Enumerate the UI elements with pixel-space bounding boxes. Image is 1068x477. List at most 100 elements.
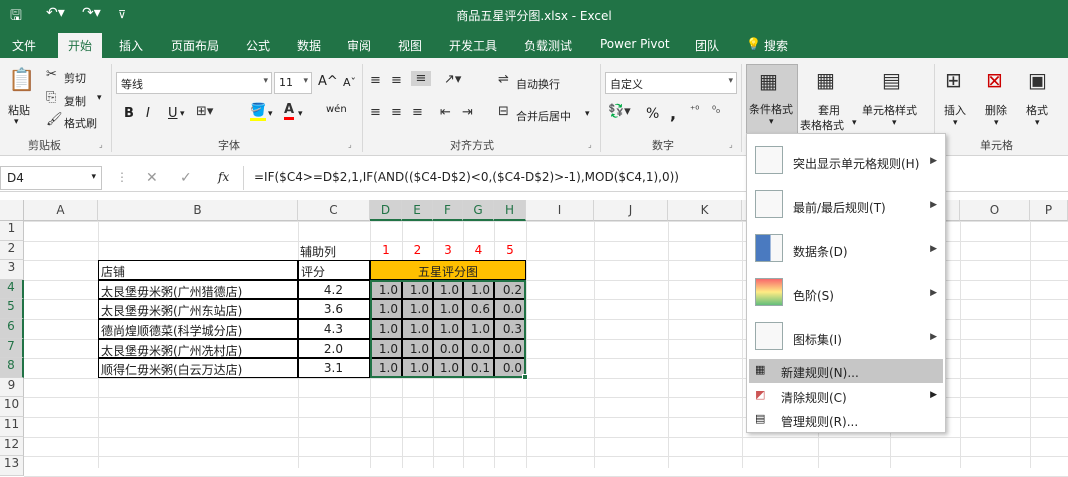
score-cell[interactable]: 4.2	[298, 279, 370, 300]
score-cell[interactable]: 3.6	[298, 299, 370, 319]
star-value-cell[interactable]: 1.0	[370, 279, 402, 300]
column-header-d[interactable]: D	[370, 200, 402, 221]
number-format-select[interactable]: 自定义 ▾	[605, 72, 737, 94]
align-left-icon[interactable]: ≡	[370, 105, 381, 120]
cancel-icon[interactable]: ✕	[146, 170, 158, 186]
font-color-dropdown-icon[interactable]: ▾	[298, 109, 303, 119]
orientation-icon[interactable]: ↗▾	[444, 72, 461, 87]
star-number-3[interactable]: 3	[433, 241, 463, 261]
star-value-cell[interactable]: 0.1	[463, 358, 494, 378]
row-header-10[interactable]: 10	[0, 397, 24, 417]
tab-formulas[interactable]: 公式	[246, 37, 270, 54]
align-middle-icon[interactable]: ≡	[391, 73, 402, 88]
paste-icon[interactable]: 📋	[8, 68, 35, 96]
comma-button[interactable]: ,	[670, 104, 676, 123]
column-header-g[interactable]: G	[463, 200, 494, 221]
number-launcher-icon[interactable]: ⌟	[729, 140, 733, 149]
merge-center-button[interactable]: 合并后居中	[516, 108, 571, 124]
helper-column-label[interactable]: 辅助列	[298, 241, 370, 261]
star-value-cell[interactable]: 1.0	[370, 319, 402, 339]
store-name-cell[interactable]: 德尚煌顺德菜(科学城分店)	[98, 319, 298, 339]
row-header-13[interactable]: 13	[0, 456, 24, 476]
row-header-4[interactable]: 4	[0, 279, 24, 300]
star-value-cell[interactable]: 1.0	[463, 319, 494, 339]
tab-power-pivot[interactable]: Power Pivot	[600, 37, 670, 51]
tab-developer[interactable]: 开发工具	[449, 37, 497, 54]
star-value-cell[interactable]: 1.0	[402, 358, 433, 378]
menu-item-manage-rules[interactable]: ▤ 管理规则(R)...	[749, 408, 943, 432]
select-all-button[interactable]	[0, 200, 24, 221]
tab-home[interactable]: 开始	[58, 33, 103, 58]
grow-font-button[interactable]: A^	[318, 74, 338, 89]
row-header-7[interactable]: 7	[0, 338, 24, 359]
star-value-cell[interactable]: 1.0	[402, 319, 433, 339]
tab-load-test[interactable]: 负载测试	[524, 37, 572, 54]
fill-handle[interactable]	[522, 373, 528, 380]
fill-dropdown-icon[interactable]: ▾	[268, 109, 273, 119]
font-color-icon[interactable]: A	[284, 102, 295, 120]
star-value-cell[interactable]: 0.0	[494, 299, 526, 319]
tab-search[interactable]: 搜索	[764, 37, 788, 54]
menu-item-clear-rules[interactable]: ◩ 清除规则(C) ▶	[749, 384, 943, 408]
format-painter-button[interactable]: 格式刷	[64, 115, 97, 131]
column-header-h[interactable]: H	[494, 200, 526, 221]
cell-styles-button[interactable]: 单元格样式	[862, 102, 917, 118]
cut-button[interactable]: 剪切	[64, 70, 86, 86]
column-header-o[interactable]: O	[960, 200, 1030, 221]
row-header-2[interactable]: 2	[0, 240, 24, 261]
decrease-indent-icon[interactable]: ⇤	[440, 105, 451, 120]
tab-file[interactable]: 文件	[12, 37, 36, 54]
percent-button[interactable]: %	[646, 106, 659, 122]
insert-function-button[interactable]: fx	[218, 170, 229, 184]
increase-decimal-icon[interactable]: ⁺⁰	[690, 105, 699, 116]
star-value-cell[interactable]: 1.0	[370, 338, 402, 359]
bold-button[interactable]: B	[124, 106, 134, 121]
tab-data[interactable]: 数据	[297, 37, 321, 54]
menu-item-icon-sets[interactable]: 图标集(I) ▶	[747, 314, 945, 358]
store-name-cell[interactable]: 顺得仁毋米粥(白云万达店)	[98, 358, 298, 378]
merge-dropdown-icon[interactable]: ▾	[585, 109, 590, 119]
score-header[interactable]: 评分	[298, 260, 370, 280]
fill-color-icon[interactable]: 🪣	[250, 103, 267, 121]
menu-item-highlight-rules[interactable]: 突出显示单元格规则(H) ▶	[747, 138, 945, 182]
tab-team[interactable]: 团队	[695, 37, 719, 54]
star-value-cell[interactable]: 0.0	[433, 338, 463, 359]
menu-item-data-bars[interactable]: 数据条(D) ▶	[747, 226, 945, 270]
align-center-icon[interactable]: ≡	[391, 105, 402, 120]
store-name-cell[interactable]: 太艮堡毋米粥(广州猎德店)	[98, 279, 298, 300]
star-number-4[interactable]: 4	[463, 241, 494, 261]
column-header-e[interactable]: E	[402, 200, 433, 221]
column-header-j[interactable]: J	[594, 200, 668, 221]
row-header-3[interactable]: 3	[0, 260, 24, 280]
enter-icon[interactable]: ✓	[180, 170, 192, 186]
name-box[interactable]: D4 ▾	[0, 166, 102, 190]
star-value-cell[interactable]: 1.0	[433, 299, 463, 319]
underline-button[interactable]: U	[168, 106, 178, 121]
shrink-font-button[interactable]: Aˇ	[343, 76, 356, 89]
accounting-format-icon[interactable]: 💱▾	[608, 104, 631, 119]
decrease-decimal-icon[interactable]: ⁰₀	[712, 105, 720, 116]
star-value-cell[interactable]: 0.0	[494, 338, 526, 359]
formula-input[interactable]: =IF($C4>=D$2,1,IF(AND(($C4-D$2)<0,($C4-D…	[254, 170, 679, 184]
star-value-cell[interactable]: 0.3	[494, 319, 526, 339]
font-launcher-icon[interactable]: ⌟	[348, 140, 352, 149]
column-header-i[interactable]: I	[526, 200, 594, 221]
tab-review[interactable]: 审阅	[347, 37, 371, 54]
tab-view[interactable]: 视图	[398, 37, 422, 54]
row-header-6[interactable]: 6	[0, 319, 24, 339]
menu-item-new-rule[interactable]: ▦ 新建规则(N)...	[749, 359, 943, 383]
increase-indent-icon[interactable]: ⇥	[462, 105, 473, 120]
store-name-cell[interactable]: 太艮堡毋米粥(广州东站店)	[98, 299, 298, 319]
star-value-cell[interactable]: 0.6	[463, 299, 494, 319]
star-number-1[interactable]: 1	[370, 241, 402, 261]
format-as-table-button[interactable]: 套用	[818, 102, 840, 118]
five-star-header[interactable]: 五星评分图	[370, 260, 526, 280]
column-header-a[interactable]: A	[24, 200, 98, 221]
star-value-cell[interactable]: 1.0	[433, 319, 463, 339]
paste-button[interactable]: 粘贴	[8, 102, 30, 118]
copy-button[interactable]: 复制	[64, 93, 86, 109]
score-cell[interactable]: 2.0	[298, 338, 370, 359]
insert-cells-button[interactable]: 插入	[944, 102, 966, 118]
score-cell[interactable]: 3.1	[298, 358, 370, 378]
column-header-c[interactable]: C	[298, 200, 370, 221]
